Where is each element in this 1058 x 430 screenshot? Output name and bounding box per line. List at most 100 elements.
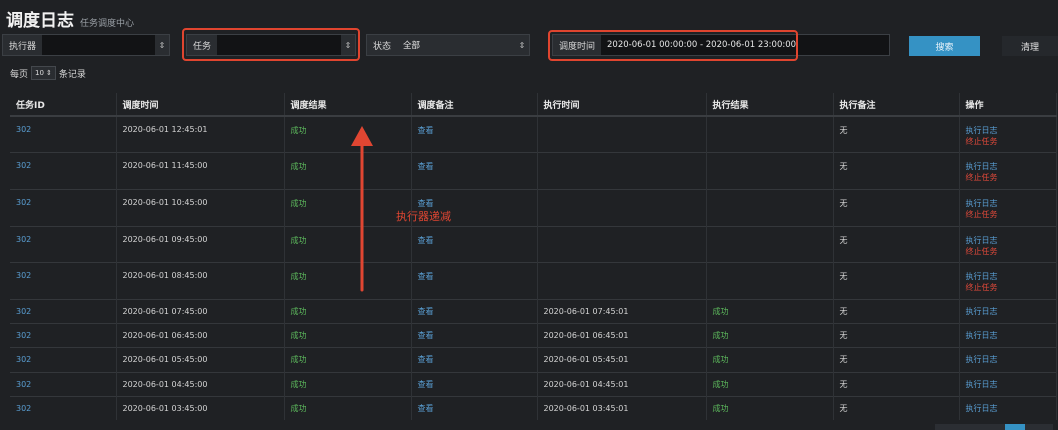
cell-task-id[interactable]: 302 (10, 395, 117, 421)
view-note-link[interactable]: 查看 (418, 380, 434, 389)
page-size-select[interactable]: 10 ⇕ (31, 66, 56, 80)
cell-exec-note: 无 (833, 152, 960, 190)
cell-trigger-note[interactable]: 查看 (411, 225, 538, 263)
col-header-trigger-note[interactable]: 调度备注 (411, 93, 538, 117)
cell-exec-result: 成功 (706, 323, 834, 348)
exec-log-link[interactable]: 执行日志 (966, 379, 1050, 390)
task-id-link[interactable]: 302 (16, 198, 31, 207)
col-header-trigger-time[interactable]: 调度时间 (116, 93, 285, 117)
cell-exec-time: 2020-06-01 06:45:01 (537, 323, 707, 348)
task-id-link[interactable]: 302 (16, 161, 31, 170)
exec-log-link[interactable]: 执行日志 (966, 235, 1050, 246)
task-id-link[interactable]: 302 (16, 271, 31, 280)
table-header-row: 任务ID 调度时间 调度结果 调度备注 执行时间 执行结果 执行备注 操作 (10, 93, 1057, 117)
view-note-link[interactable]: 查看 (418, 162, 434, 171)
cell-trigger-note[interactable]: 查看 (411, 298, 538, 324)
search-button[interactable]: 搜索 (909, 36, 980, 56)
cell-task-id[interactable]: 302 (10, 225, 117, 263)
exec-log-link[interactable]: 执行日志 (966, 330, 1050, 341)
exec-log-link[interactable]: 执行日志 (966, 161, 1050, 172)
cell-trigger-note[interactable]: 查看 (411, 371, 538, 397)
cell-task-id[interactable]: 302 (10, 262, 117, 300)
col-header-actions: 操作 (959, 93, 1057, 117)
time-range-input[interactable]: 2020-06-01 00:00:00 - 2020-06-01 23:00:0… (601, 35, 889, 55)
cell-exec-time: 2020-06-01 03:45:01 (537, 395, 707, 421)
select-arrows-icon: ⇕ (158, 40, 166, 50)
view-note-link[interactable]: 查看 (418, 355, 434, 364)
col-header-exec-result[interactable]: 执行结果 (706, 93, 834, 117)
cell-trigger-result: 成功 (284, 371, 412, 397)
cell-exec-time (537, 152, 707, 190)
view-note-link[interactable]: 查看 (418, 404, 434, 413)
task-id-link[interactable]: 302 (16, 235, 31, 244)
exec-log-link[interactable]: 执行日志 (966, 125, 1050, 136)
task-select[interactable]: 任务 ⇕ (186, 34, 356, 56)
task-id-link[interactable]: 302 (16, 404, 31, 413)
cell-exec-result: 成功 (706, 347, 834, 372)
exec-log-link[interactable]: 执行日志 (966, 354, 1050, 365)
table-row: 302 2020-06-01 06:45:00 成功 查看 2020-06-01 06:… (10, 323, 1057, 348)
cell-task-id[interactable]: 302 (10, 347, 117, 372)
clear-button[interactable]: 清理 (1002, 36, 1058, 56)
cell-trigger-time: 2020-06-01 12:45:01 (116, 115, 285, 153)
cell-task-id[interactable]: 302 (10, 298, 117, 324)
cell-trigger-note[interactable]: 查看 (411, 347, 538, 372)
exec-result-badge: 成功 (712, 307, 729, 317)
page-size-control: 每页 10 ⇕ 条记录 (10, 66, 86, 80)
view-note-link[interactable]: 查看 (418, 236, 434, 245)
cell-trigger-time: 2020-06-01 09:45:00 (116, 225, 285, 263)
col-header-exec-time[interactable]: 执行时间 (537, 93, 707, 117)
time-range-field[interactable]: 调度时间 2020-06-01 00:00:00 - 2020-06-01 23… (552, 34, 890, 56)
exec-log-link[interactable]: 执行日志 (966, 198, 1050, 209)
cell-exec-note: 无 (833, 298, 960, 324)
task-id-link[interactable]: 302 (16, 307, 31, 316)
cell-trigger-time: 2020-06-01 05:45:00 (116, 347, 285, 372)
kill-task-link[interactable]: 终止任务 (966, 172, 1050, 183)
cell-exec-note: 无 (833, 347, 960, 372)
cell-task-id[interactable]: 302 (10, 323, 117, 348)
view-note-link[interactable]: 查看 (418, 331, 434, 340)
view-note-link[interactable]: 查看 (418, 272, 434, 281)
cell-trigger-note[interactable]: 查看 (411, 395, 538, 421)
status-select[interactable]: 状态 全部 ⇕ (366, 34, 530, 56)
col-header-task-id[interactable]: 任务ID (10, 93, 117, 117)
view-note-link[interactable]: 查看 (418, 199, 434, 208)
task-id-link[interactable]: 302 (16, 355, 31, 364)
cell-exec-result (706, 262, 834, 300)
col-header-exec-note[interactable]: 执行备注 (833, 93, 960, 117)
cell-actions: 执行日志 (959, 323, 1057, 348)
cell-trigger-note[interactable]: 查看 (411, 115, 538, 153)
kill-task-link[interactable]: 终止任务 (966, 136, 1050, 147)
exec-log-link[interactable]: 执行日志 (966, 271, 1050, 282)
task-id-link[interactable]: 302 (16, 125, 31, 134)
cell-task-id[interactable]: 302 (10, 115, 117, 153)
pagination[interactable] (935, 424, 1053, 430)
view-note-link[interactable]: 查看 (418, 307, 434, 316)
cell-task-id[interactable]: 302 (10, 188, 117, 227)
cell-exec-note: 无 (833, 188, 960, 227)
task-id-link[interactable]: 302 (16, 331, 31, 340)
trigger-result-badge: 成功 (290, 126, 307, 135)
kill-task-link[interactable]: 终止任务 (966, 282, 1050, 293)
cell-trigger-result: 成功 (284, 323, 412, 348)
view-note-link[interactable]: 查看 (418, 126, 434, 135)
cell-trigger-note[interactable]: 查看 (411, 323, 538, 348)
pagination-active-page[interactable] (1005, 424, 1025, 430)
exec-log-link[interactable]: 执行日志 (966, 403, 1050, 414)
kill-task-link[interactable]: 终止任务 (966, 246, 1050, 257)
cell-trigger-note[interactable]: 查看 (411, 262, 538, 300)
executor-select[interactable]: 执行器 ⇕ (2, 34, 170, 56)
cell-task-id[interactable]: 302 (10, 371, 117, 397)
annotation-arrow (351, 126, 373, 292)
cell-trigger-time: 2020-06-01 06:45:00 (116, 323, 285, 348)
col-header-trigger-result[interactable]: 调度结果 (284, 93, 412, 117)
kill-task-link[interactable]: 终止任务 (966, 209, 1050, 220)
table-row: 302 2020-06-01 12:45:01 成功 查看 无执行日志 终止任务 (10, 115, 1057, 153)
table-row: 302 2020-06-01 10:45:00 成功 查看 无执行日志 终止任务 (10, 188, 1057, 227)
exec-log-link[interactable]: 执行日志 (966, 306, 1050, 317)
cell-exec-time: 2020-06-01 04:45:01 (537, 371, 707, 397)
cell-trigger-note[interactable]: 查看 (411, 152, 538, 190)
task-id-link[interactable]: 302 (16, 380, 31, 389)
cell-task-id[interactable]: 302 (10, 152, 117, 190)
trigger-result-badge: 成功 (290, 379, 307, 389)
